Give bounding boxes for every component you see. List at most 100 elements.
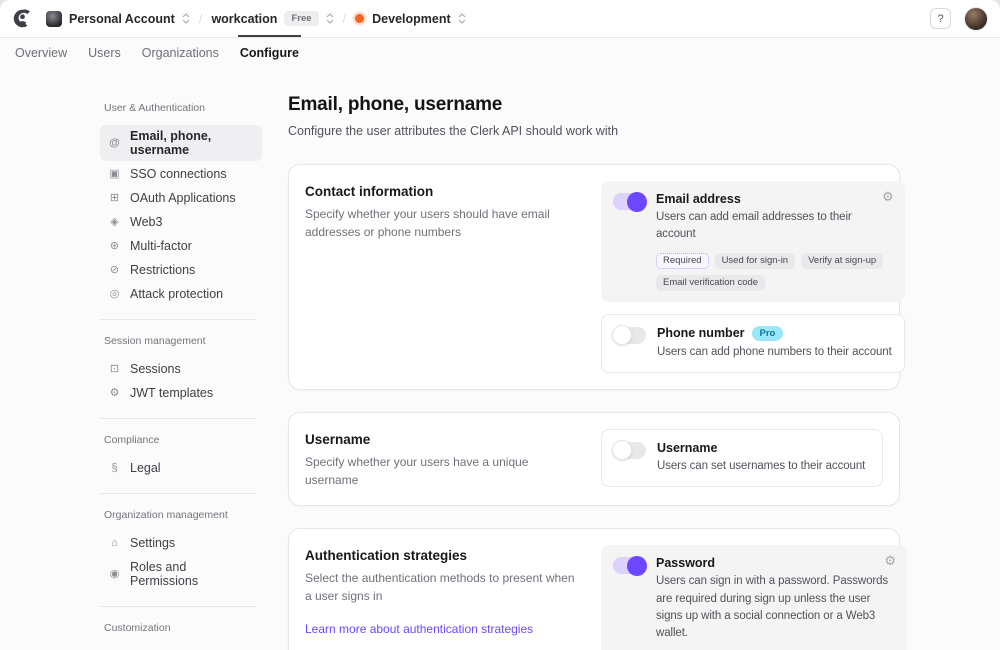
sidebar-item-jwt-templates[interactable]: ⚙ JWT templates xyxy=(100,382,262,404)
account-name: Personal Account xyxy=(69,12,175,26)
card-text-block: Username Specify whether your users have… xyxy=(305,429,601,490)
sidebar-item-attack-protection[interactable]: ◎ Attack protection xyxy=(100,283,262,305)
password-toggle[interactable] xyxy=(613,557,645,574)
breadcrumb-environment-switcher[interactable]: Development xyxy=(355,12,466,26)
sidebar-divider xyxy=(100,319,256,320)
tab-users[interactable]: Users xyxy=(87,44,122,62)
sidebar-item-web3[interactable]: ◈ Web3 xyxy=(100,211,262,233)
panel-description: Users can add email addresses to their a… xyxy=(656,209,893,244)
panel-title: Email address xyxy=(656,192,741,206)
panel-body: Phone number Pro Users can add phone num… xyxy=(657,326,892,361)
account-avatar xyxy=(46,11,62,27)
panel-body: Username Users can set usernames to thei… xyxy=(657,441,870,475)
sso-icon: ▣ xyxy=(108,169,121,180)
sidebar-section-title: Organization management xyxy=(104,509,262,521)
card-text-block: Authentication strategies Select the aut… xyxy=(305,545,601,650)
web3-diamond-icon: ◈ xyxy=(108,217,121,228)
panel-description: Users can set usernames to their account xyxy=(657,458,870,475)
sidebar-item-sessions[interactable]: ⊡ Sessions xyxy=(100,358,262,380)
card-title: Username xyxy=(305,432,579,447)
help-button[interactable]: ? xyxy=(930,8,951,29)
card-description: Select the authentication methods to pre… xyxy=(305,570,579,606)
sidebar-divider xyxy=(100,418,256,419)
email-address-panel: Email address Users can add email addres… xyxy=(601,181,905,302)
sidebar-item-label: Multi-factor xyxy=(130,239,192,253)
toggle-knob xyxy=(627,192,647,212)
badge-used-for-sign-in: Used for sign-in xyxy=(715,253,796,269)
plan-badge: Free xyxy=(284,11,318,26)
sidebar-item-label: JWT templates xyxy=(130,386,213,400)
at-sign-icon: @ xyxy=(108,138,121,149)
chevron-updown-icon xyxy=(326,12,334,25)
sidebar-item-label: Settings xyxy=(130,536,175,550)
sidebar-item-label: Roles and Permissions xyxy=(130,560,254,588)
sidebar: User & Authentication @ Email, phone, us… xyxy=(100,94,262,650)
toggle-knob xyxy=(612,325,632,345)
main-content: Email, phone, username Configure the use… xyxy=(288,94,900,650)
tab-organizations[interactable]: Organizations xyxy=(141,44,220,62)
breadcrumb-account-switcher[interactable]: Personal Account xyxy=(46,11,190,27)
sidebar-item-email-phone-username[interactable]: @ Email, phone, username xyxy=(100,125,262,161)
sidebar-section-title: Session management xyxy=(104,335,262,347)
pro-badge: Pro xyxy=(752,326,784,341)
app-name: workcation xyxy=(211,12,277,26)
username-panel: Username Users can set usernames to thei… xyxy=(601,429,883,487)
phone-number-toggle[interactable] xyxy=(614,327,646,344)
breadcrumb: Personal Account / workcation Free / Dev… xyxy=(46,11,466,27)
toggle-knob xyxy=(627,556,647,576)
sidebar-item-restrictions[interactable]: ⊘ Restrictions xyxy=(100,259,262,281)
panel-body: Password Users can sign in with a passwo… xyxy=(656,556,895,650)
card-title: Authentication strategies xyxy=(305,548,579,563)
card-panels: Email address Users can add email addres… xyxy=(601,181,905,373)
environment-dot-icon xyxy=(355,14,364,23)
panel-body: Email address Users can add email addres… xyxy=(656,192,893,291)
settings-gear-icon[interactable]: ⚙ xyxy=(884,554,896,567)
sessions-icon: ⊡ xyxy=(108,364,121,375)
clerk-logo-icon[interactable] xyxy=(12,8,34,30)
panel-title: Phone number xyxy=(657,326,745,340)
sidebar-item-multi-factor[interactable]: ⊛ Multi-factor xyxy=(100,235,262,257)
panel-description: Users can add phone numbers to their acc… xyxy=(657,344,892,361)
sidebar-item-sso-connections[interactable]: ▣ SSO connections xyxy=(100,163,262,185)
card-description: Specify whether your users should have e… xyxy=(305,206,579,242)
username-toggle[interactable] xyxy=(614,442,646,459)
card-title: Contact information xyxy=(305,184,579,199)
badge-verify-at-sign-up: Verify at sign-up xyxy=(801,253,883,269)
app-window: Personal Account / workcation Free / Dev… xyxy=(0,0,1000,650)
sidebar-divider xyxy=(100,606,256,607)
page-subtitle: Configure the user attributes the Clerk … xyxy=(288,124,900,138)
sidebar-item-label: SSO connections xyxy=(130,167,227,181)
sidebar-divider xyxy=(100,493,256,494)
sidebar-item-label: Restrictions xyxy=(130,263,195,277)
sidebar-item-settings[interactable]: ⌂ Settings xyxy=(100,532,262,554)
contact-information-card: Contact information Specify whether your… xyxy=(288,164,900,390)
sidebar-item-legal[interactable]: § Legal xyxy=(100,457,262,479)
email-address-toggle[interactable] xyxy=(613,193,645,210)
user-avatar[interactable] xyxy=(964,7,988,31)
card-panels: Password Users can sign in with a passwo… xyxy=(601,545,907,650)
panel-description: Users can sign in with a password. Passw… xyxy=(656,573,895,642)
sidebar-item-account-portal[interactable]: ▢ Account Portal xyxy=(100,645,262,650)
breadcrumb-separator: / xyxy=(342,11,348,26)
chevron-updown-icon xyxy=(458,12,466,25)
phone-number-panel: Phone number Pro Users can add phone num… xyxy=(601,314,905,373)
oauth-icon: ⊞ xyxy=(108,193,121,204)
badge-email-verification-code: Email verification code xyxy=(656,275,765,291)
lock-icon: ⊘ xyxy=(108,265,121,276)
chevron-updown-icon xyxy=(182,12,190,25)
settings-gear-icon[interactable]: ⚙ xyxy=(882,190,894,203)
tab-overview[interactable]: Overview xyxy=(14,44,68,62)
learn-more-link[interactable]: Learn more about authentication strategi… xyxy=(305,622,533,636)
sidebar-item-oauth-applications[interactable]: ⊞ OAuth Applications xyxy=(100,187,262,209)
tab-configure[interactable]: Configure xyxy=(239,44,300,62)
top-bar-actions: ? xyxy=(930,7,988,31)
content-layout: User & Authentication @ Email, phone, us… xyxy=(0,68,1000,650)
sidebar-item-label: Email, phone, username xyxy=(130,129,254,157)
sidebar-section-title: User & Authentication xyxy=(104,102,262,114)
breadcrumb-app-switcher[interactable]: workcation Free xyxy=(211,11,333,26)
authentication-strategies-card: Authentication strategies Select the aut… xyxy=(288,528,900,650)
sidebar-item-roles-and-permissions[interactable]: ◉ Roles and Permissions xyxy=(100,556,262,592)
card-description: Specify whether your users have a unique… xyxy=(305,454,579,490)
multi-factor-icon: ⊛ xyxy=(108,241,121,252)
roles-icon: ◉ xyxy=(108,569,121,580)
